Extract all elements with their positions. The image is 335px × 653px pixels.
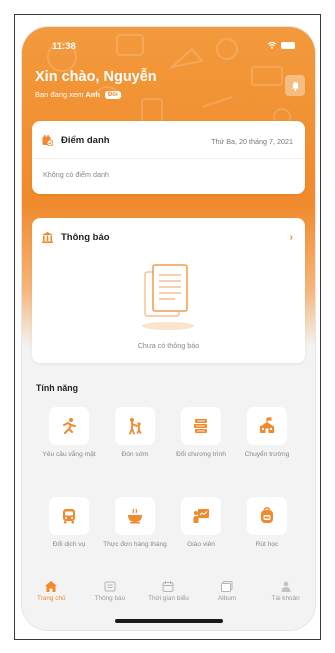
- wifi-icon: [267, 41, 277, 49]
- feature-label: Đổi chương trình: [176, 451, 226, 458]
- tab-label: Thời gian biểu: [148, 595, 189, 602]
- notification-empty-text: Chưa có thông báo: [137, 341, 200, 350]
- school-building-icon: [260, 417, 274, 433]
- tab-label: Thông báo: [94, 595, 126, 602]
- feature-tile: [115, 497, 155, 535]
- food-bowl-icon: [128, 508, 142, 524]
- attendance-empty-text: Không có điểm danh: [43, 170, 109, 179]
- feature-transfer-school[interactable]: Chuyển trường: [234, 407, 300, 459]
- feature-tile: [49, 497, 89, 535]
- books-stack-icon: [194, 419, 207, 433]
- album-icon: [221, 581, 233, 592]
- parent-child-icon: [129, 418, 142, 435]
- feature-label: Yêu cầu vắng mặt: [42, 451, 96, 458]
- feature-early-pickup[interactable]: Đón sớm: [102, 407, 168, 459]
- institution-icon: [42, 232, 53, 243]
- viewing-row: Bạn đang xem Anh Đổi: [35, 90, 121, 99]
- phone-screen: 11:38 Xin chào, Nguyễn Bạn đang xem Anh …: [22, 27, 315, 630]
- bell-icon: [291, 81, 299, 91]
- home-indicator: [115, 619, 223, 623]
- status-icons: [267, 41, 295, 49]
- school-bus-icon: [63, 509, 75, 524]
- person-icon: [281, 581, 291, 592]
- tab-account[interactable]: Tài khoản: [256, 573, 315, 613]
- feature-monthly-menu[interactable]: Thực đơn hàng tháng: [102, 497, 168, 549]
- viewing-name: Anh: [85, 90, 100, 99]
- notification-bell-button[interactable]: [285, 75, 305, 96]
- feature-teachers[interactable]: Giáo viên: [168, 497, 234, 549]
- features-title: Tính năng: [36, 383, 79, 393]
- bottom-tab-bar: Trang chủ Thông báo Thời gian biểu Album: [22, 573, 315, 613]
- running-person-icon: [63, 418, 76, 434]
- feature-tile: [181, 497, 221, 535]
- attendance-card-header: Điểm danh: [42, 135, 110, 146]
- empty-documents-icon: [142, 264, 194, 330]
- notification-card[interactable]: Thông báo › Chưa có thông báo: [32, 218, 305, 363]
- change-student-button[interactable]: Đổi: [104, 90, 121, 99]
- tab-label: Album: [218, 595, 237, 602]
- tab-album[interactable]: Album: [198, 573, 257, 613]
- feature-tile: [247, 407, 287, 445]
- status-time: 11:38: [52, 41, 76, 52]
- attendance-date: Thứ Ba, 20 tháng 7, 2021: [211, 137, 293, 146]
- tab-schedule[interactable]: Thời gian biểu: [139, 573, 198, 613]
- calendar-check-icon: [42, 135, 53, 146]
- home-icon: [45, 581, 58, 592]
- teacher-board-icon: [193, 509, 209, 523]
- feature-tile: [115, 407, 155, 445]
- notification-card-header: Thông báo: [42, 232, 110, 243]
- notification-title: Thông báo: [61, 232, 110, 243]
- feature-label: Rút học: [255, 541, 279, 548]
- chevron-right-icon[interactable]: ›: [290, 232, 293, 243]
- feature-label: Giáo viên: [187, 541, 215, 548]
- feature-change-program[interactable]: Đổi chương trình: [168, 407, 234, 459]
- attendance-card[interactable]: Điểm danh Thứ Ba, 20 tháng 7, 2021 Không…: [32, 121, 305, 194]
- feature-change-service[interactable]: Đổi dịch vụ: [36, 497, 102, 549]
- calendar-icon: [162, 581, 174, 592]
- feature-label: Đón sớm: [121, 451, 149, 458]
- tab-label: Trang chủ: [37, 595, 66, 602]
- tab-home[interactable]: Trang chủ: [22, 573, 81, 613]
- feature-label: Đổi dịch vụ: [52, 541, 86, 548]
- backpack-icon: [261, 507, 273, 523]
- attendance-title: Điểm danh: [61, 135, 110, 146]
- tab-label: Tài khoản: [271, 595, 300, 602]
- viewing-prefix: Bạn đang xem: [35, 90, 84, 99]
- feature-label: Chuyển trường: [244, 451, 290, 458]
- feature-label: Thực đơn hàng tháng: [103, 541, 167, 548]
- divider: [32, 158, 305, 159]
- feature-withdraw[interactable]: Rút học: [234, 497, 300, 549]
- feature-tile: [247, 497, 287, 535]
- megaphone-icon: [104, 581, 116, 592]
- greeting-title: Xin chào, Nguyễn: [35, 69, 157, 85]
- feature-tile: [49, 407, 89, 445]
- feature-absence-request[interactable]: Yêu cầu vắng mặt: [36, 407, 102, 459]
- status-bar: 11:38: [22, 39, 315, 55]
- tab-notifications[interactable]: Thông báo: [81, 573, 140, 613]
- battery-icon: [281, 41, 295, 49]
- feature-tile: [181, 407, 221, 445]
